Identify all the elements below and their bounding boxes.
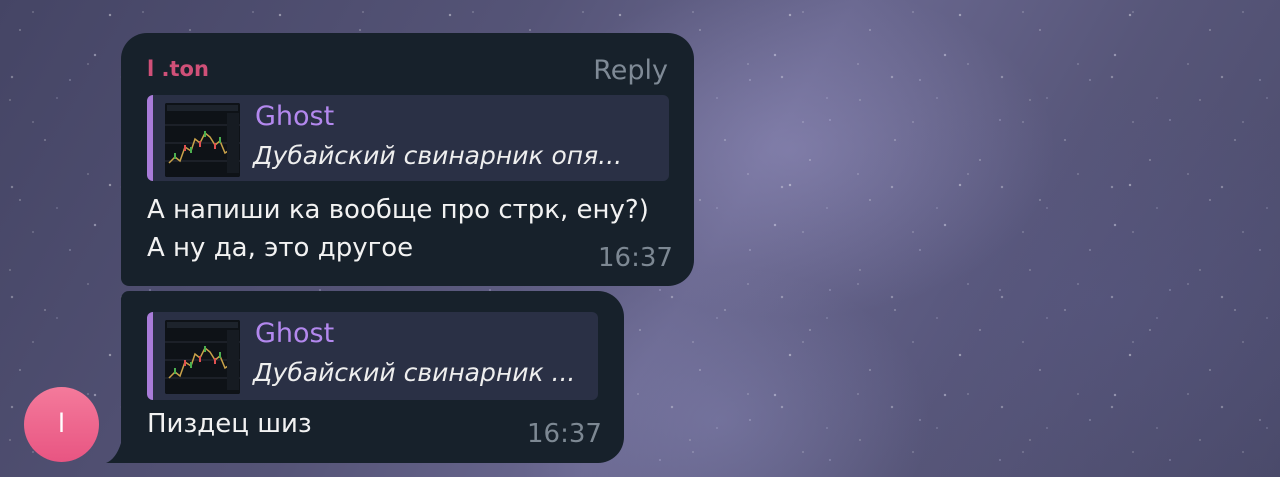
chart-thumbnail	[165, 320, 240, 394]
quote-text: Дубайский свинарник опя...	[253, 141, 623, 170]
message-text-line: Пиздец шиз	[147, 409, 312, 439]
reply-button[interactable]: Reply	[593, 55, 668, 86]
quote-author: Ghost	[255, 101, 335, 132]
reply-quote[interactable]: Ghost Дубайский свинарник опя...	[147, 95, 669, 181]
quote-author: Ghost	[255, 318, 335, 349]
message-text-line: А ну да, это другое	[147, 233, 414, 263]
message-time: 16:37	[598, 243, 673, 273]
message-bubble[interactable]: l .ton Reply Ghost Дубайский свинарник о…	[121, 33, 694, 286]
message-text-line: А напиши ка вообще про стрк, ену?)	[147, 195, 649, 225]
reply-quote[interactable]: Ghost Дубайский свинарник ...	[147, 312, 598, 400]
message-bubble[interactable]: Ghost Дубайский свинарник ... Пиздец шиз…	[121, 291, 624, 463]
bubble-tail	[106, 443, 130, 463]
message-time: 16:37	[527, 419, 602, 449]
chart-thumbnail	[165, 103, 240, 177]
sender-name[interactable]: l .ton	[147, 57, 209, 81]
avatar[interactable]: l	[24, 387, 99, 462]
quote-text: Дубайский свинарник ...	[253, 358, 576, 387]
